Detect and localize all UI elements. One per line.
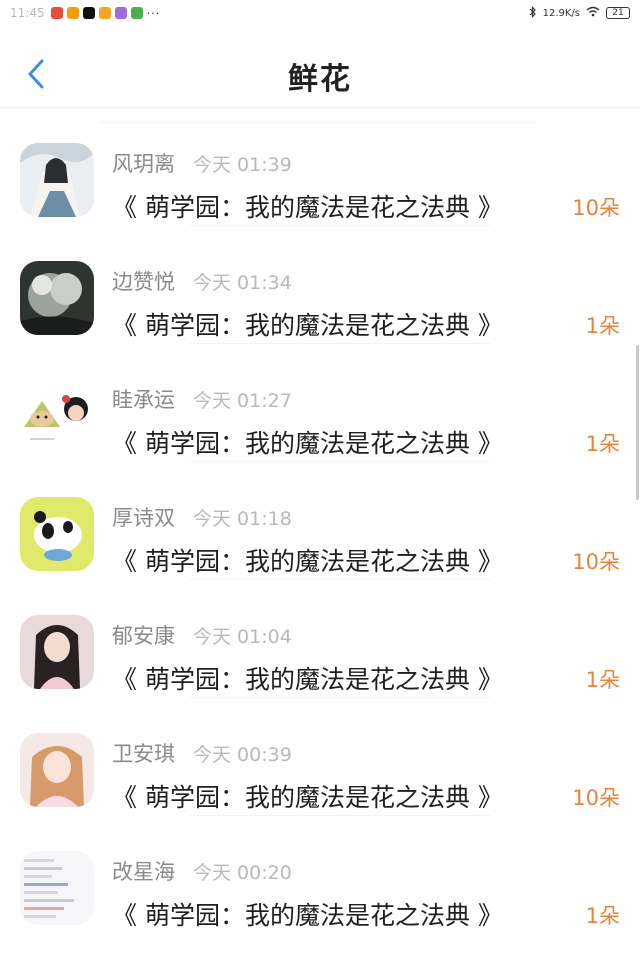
list-item[interactable]: 边赞悦 今天 01:34 《 萌学园：我的魔法是花之法典 》 1朵 — [0, 226, 640, 344]
flower-amount: 1朵 — [585, 314, 620, 338]
gift-time: 今天 00:39 — [193, 744, 292, 766]
sender-name[interactable]: 边赞悦 — [112, 266, 175, 296]
name-line: 眭承运 今天 01:27 — [112, 384, 292, 414]
name-line: 风玥离 今天 01:39 — [112, 148, 292, 178]
avatar — [20, 851, 94, 925]
status-bar: 11:45 ··· 12.9K/s 21 — [0, 0, 640, 26]
book-title[interactable]: 《 萌学园：我的魔法是花之法典 》 — [112, 542, 503, 578]
avatar — [20, 497, 94, 571]
name-line: 卫安琪 今天 00:39 — [112, 738, 292, 768]
sender-name[interactable]: 厚诗双 — [112, 502, 175, 532]
app-red-icon — [50, 7, 63, 19]
flower-amount: 10朵 — [572, 550, 620, 574]
flower-amount: 1朵 — [585, 668, 620, 692]
name-line: 边赞悦 今天 01:34 — [112, 266, 292, 296]
app-orange-icon — [98, 7, 111, 19]
status-time: 11:45 — [10, 6, 45, 20]
flower-amount: 1朵 — [585, 904, 620, 928]
app-green-icon — [130, 7, 143, 19]
list-item[interactable]: 眭承运 今天 01:27 《 萌学园：我的魔法是花之法典 》 1朵 — [0, 344, 640, 462]
sender-name[interactable]: 改星海 — [112, 856, 175, 886]
flower-amount: 10朵 — [572, 196, 620, 220]
more-notifications-icon: ··· — [146, 6, 161, 20]
list-item[interactable]: 郁安康 今天 01:04 《 萌学园：我的魔法是花之法典 》 1朵 — [0, 580, 640, 698]
wifi-icon — [586, 6, 600, 20]
name-line: 改星海 今天 00:20 — [112, 856, 292, 886]
avatar — [20, 615, 94, 689]
flower-amount: 1朵 — [585, 432, 620, 456]
scrollbar[interactable] — [636, 345, 639, 500]
flower-amount: 10朵 — [572, 786, 620, 810]
list-item[interactable]: 卫安琪 今天 00:39 《 萌学园：我的魔法是花之法典 》 10朵 — [0, 698, 640, 816]
name-line: 厚诗双 今天 01:18 — [112, 502, 292, 532]
avatar — [20, 143, 94, 217]
sender-name[interactable]: 风玥离 — [112, 148, 175, 178]
app-purple-icon — [114, 7, 127, 19]
gift-time: 今天 01:04 — [193, 626, 292, 648]
app-header: 鲜花 — [0, 40, 640, 108]
gift-time: 今天 01:27 — [193, 390, 292, 412]
gift-time: 今天 01:34 — [193, 272, 292, 294]
status-right: 12.9K/s 21 — [529, 5, 630, 21]
avatar — [20, 261, 94, 335]
sender-name[interactable]: 卫安琪 — [112, 738, 175, 768]
battery-icon: 21 — [606, 7, 630, 19]
status-left: 11:45 ··· — [10, 6, 160, 20]
list-item[interactable]: 改星海 今天 00:20 《 萌学园：我的魔法是花之法典 》 1朵 — [0, 816, 640, 934]
book-title[interactable]: 《 萌学园：我的魔法是花之法典 》 — [112, 424, 503, 460]
gift-time: 今天 01:39 — [193, 154, 292, 176]
bluetooth-icon — [529, 5, 537, 21]
book-title[interactable]: 《 萌学园：我的魔法是花之法典 》 — [112, 778, 503, 814]
book-title[interactable]: 《 萌学园：我的魔法是花之法典 》 — [112, 306, 503, 342]
gift-time: 今天 00:20 — [193, 862, 292, 884]
avatar — [20, 733, 94, 807]
list-item[interactable]: 风玥离 今天 01:39 《 萌学园：我的魔法是花之法典 》 10朵 — [0, 108, 640, 226]
sender-name[interactable]: 郁安康 — [112, 620, 175, 650]
name-line: 郁安康 今天 01:04 — [112, 620, 292, 650]
avatar — [20, 379, 94, 453]
list-item[interactable]: 厚诗双 今天 01:18 《 萌学园：我的魔法是花之法典 》 10朵 — [0, 462, 640, 580]
book-title[interactable]: 《 萌学园：我的魔法是花之法典 》 — [112, 660, 503, 696]
book-title[interactable]: 《 萌学园：我的魔法是花之法典 》 — [112, 896, 503, 932]
book-title[interactable]: 《 萌学园：我的魔法是花之法典 》 — [112, 188, 503, 224]
tiktok-icon — [82, 7, 95, 19]
network-speed: 12.9K/s — [542, 7, 580, 19]
page-title: 鲜花 — [288, 62, 352, 97]
sender-name[interactable]: 眭承运 — [112, 384, 175, 414]
app-orange-icon — [66, 7, 79, 19]
gift-time: 今天 01:18 — [193, 508, 292, 530]
